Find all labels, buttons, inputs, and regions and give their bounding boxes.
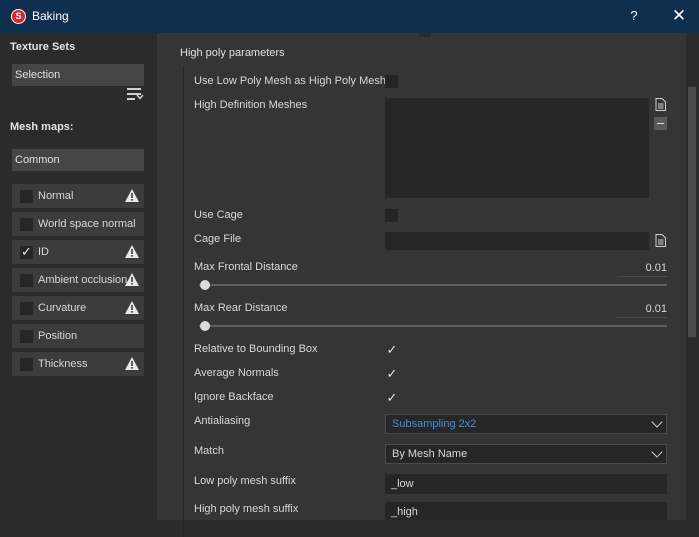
mesh-map-label: World space normal [38, 218, 136, 230]
mesh-map-checkbox[interactable] [20, 218, 33, 231]
max-frontal-label: Max Frontal Distance [194, 261, 298, 273]
mesh-map-item[interactable]: ID [12, 240, 144, 264]
mesh-map-label: Curvature [38, 302, 87, 314]
warning-icon [125, 357, 139, 370]
title-bar: Baking ? ✕ [0, 0, 699, 33]
texture-sets-title: Texture Sets [10, 41, 76, 53]
max-rear-label: Max Rear Distance [194, 302, 288, 314]
high-poly-section-title: High poly parameters [180, 47, 285, 59]
mesh-map-checkbox[interactable] [20, 302, 33, 315]
match-value: By Mesh Name [392, 448, 468, 460]
warning-icon [125, 301, 139, 314]
chevron-down-icon [651, 446, 663, 458]
antialiasing-label: Antialiasing [194, 415, 251, 427]
use-cage-checkbox[interactable] [385, 209, 398, 222]
high-suffix-input[interactable]: _high [385, 502, 667, 520]
match-label: Match [194, 445, 224, 457]
average-normals-label: Average Normals [194, 367, 279, 379]
high-def-meshes-label: High Definition Meshes [194, 99, 308, 111]
mesh-map-item[interactable]: World space normal [12, 212, 144, 236]
average-normals-checkbox[interactable]: ✓ [385, 367, 399, 381]
ignore-backface-checkbox[interactable]: ✓ [385, 391, 399, 405]
ignore-backface-label: Ignore Backface [194, 391, 274, 403]
mesh-map-checkbox[interactable] [20, 358, 33, 371]
max-frontal-slider-handle[interactable] [199, 280, 210, 290]
filter-list-icon[interactable] [127, 87, 144, 101]
scrollbar-thumb[interactable] [688, 87, 696, 337]
browse-file-icon[interactable] [655, 234, 666, 247]
warning-icon [125, 245, 139, 258]
high-def-meshes-list[interactable] [385, 98, 649, 198]
mesh-maps-title: Mesh maps: [10, 121, 74, 133]
low-suffix-label: Low poly mesh suffix [194, 475, 296, 487]
use-cage-label: Use Cage [194, 209, 243, 221]
close-button[interactable]: ✕ [665, 6, 693, 26]
mesh-map-label: ID [38, 246, 49, 258]
cage-file-field[interactable] [385, 232, 649, 250]
cage-file-label: Cage File [194, 233, 242, 245]
mesh-map-item[interactable]: Thickness [12, 352, 144, 376]
relative-bbox-checkbox[interactable]: ✓ [385, 343, 399, 357]
antialiasing-dropdown[interactable]: Subsampling 2x2 [385, 414, 667, 434]
substance-logo-icon [11, 9, 26, 24]
mesh-map-checkbox[interactable] [20, 274, 33, 287]
window-title: Baking [32, 9, 69, 23]
partial-control [419, 33, 431, 37]
max-frontal-value[interactable]: 0.01 [617, 260, 667, 277]
mesh-map-label: Position [38, 330, 78, 342]
warning-icon [125, 189, 139, 202]
common-section-header[interactable]: Common [12, 149, 144, 171]
mesh-map-item[interactable]: Normal [12, 184, 144, 208]
mesh-map-item[interactable]: Curvature [12, 296, 144, 320]
max-rear-slider-track[interactable] [199, 325, 667, 327]
remove-mesh-button[interactable] [654, 117, 667, 130]
low-suffix-input[interactable]: _low [385, 474, 667, 494]
mesh-map-label: Ambient occlusion [38, 274, 128, 286]
group-divider [183, 66, 184, 537]
bottom-strip [157, 520, 686, 537]
max-rear-slider-handle[interactable] [199, 321, 210, 331]
mesh-map-checkbox[interactable] [20, 190, 33, 203]
warning-icon [125, 273, 139, 286]
mesh-map-item[interactable]: Position [12, 324, 144, 348]
texture-set-selection[interactable]: Selection [12, 64, 144, 86]
mesh-map-item[interactable]: Ambient occlusion [12, 268, 144, 292]
mesh-map-checkbox[interactable] [20, 330, 33, 343]
mesh-map-label: Normal [38, 190, 74, 202]
mesh-map-checkbox[interactable] [20, 244, 33, 260]
relative-bbox-label: Relative to Bounding Box [194, 343, 318, 355]
mesh-map-label: Thickness [38, 358, 88, 370]
high-suffix-label: High poly mesh suffix [194, 503, 299, 515]
max-frontal-slider-track[interactable] [199, 284, 667, 286]
match-dropdown[interactable]: By Mesh Name [385, 444, 667, 464]
antialiasing-value: Subsampling 2x2 [392, 418, 477, 430]
help-button[interactable]: ? [620, 6, 648, 26]
use-low-poly-checkbox[interactable] [385, 75, 398, 88]
max-rear-value[interactable]: 0.01 [617, 301, 667, 318]
use-low-poly-label: Use Low Poly Mesh as High Poly Mesh [194, 75, 386, 87]
chevron-down-icon [651, 416, 663, 428]
add-file-icon[interactable] [655, 98, 666, 111]
